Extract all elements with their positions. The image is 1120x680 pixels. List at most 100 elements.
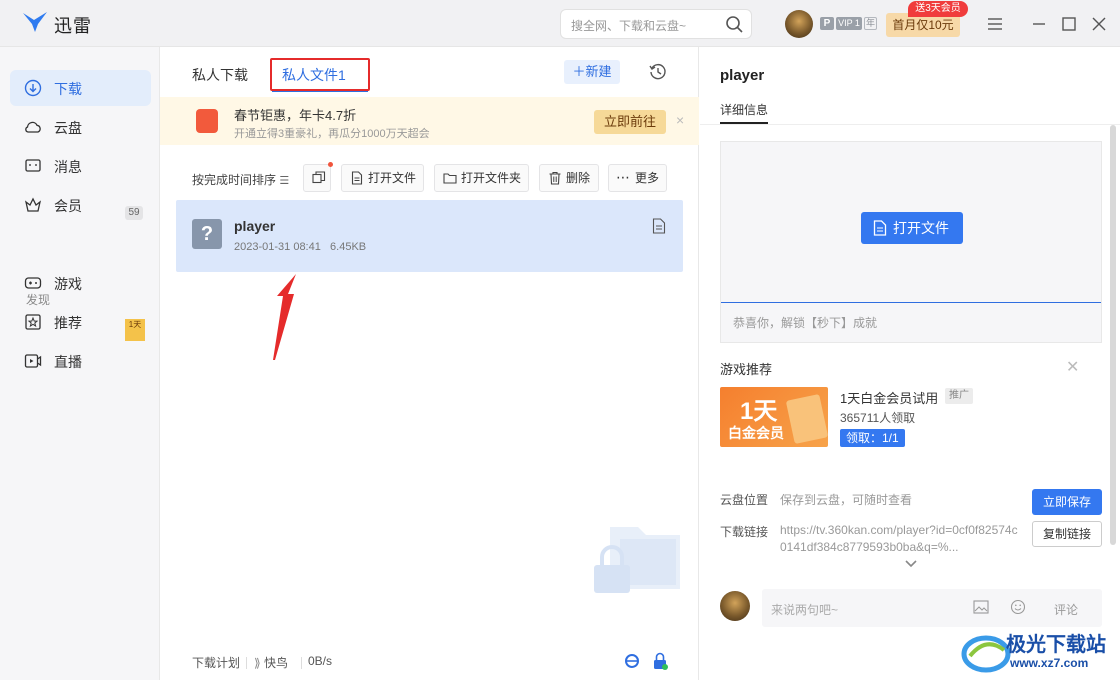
delete-label: 删除: [566, 171, 591, 185]
folder-icon: [443, 173, 457, 184]
message-icon: [25, 159, 41, 172]
sidebar-item-live[interactable]: 直播: [10, 343, 151, 379]
tab-details[interactable]: 详细信息: [720, 101, 768, 118]
divider: [301, 657, 302, 669]
copy-link-button[interactable]: 复制链接: [1032, 521, 1102, 547]
open-file-label: 打开文件: [893, 220, 949, 236]
game-close-icon[interactable]: ✕: [1066, 357, 1079, 377]
sort-dropdown[interactable]: 按完成时间排序 ☰: [192, 171, 289, 188]
close-icon[interactable]: [1090, 15, 1108, 33]
download-link-value: https://tv.360kan.com/player?id=0cf0f825…: [780, 523, 1018, 554]
comment-placeholder: 来说两句吧~: [771, 603, 839, 617]
security-lock-icon[interactable]: [652, 652, 668, 670]
file-detail-icon[interactable]: [652, 218, 666, 234]
highlight-box: [270, 58, 370, 91]
chevron-down-icon[interactable]: [904, 559, 918, 569]
game-promo-image[interactable]: 1天 白金会员: [720, 387, 828, 447]
emoji-icon[interactable]: [1010, 599, 1026, 615]
download-plan-link[interactable]: 下载计划: [192, 654, 240, 671]
empty-folder-illustration: [594, 527, 680, 593]
file-row[interactable]: ? player 2023-01-31 08:41 6.45KB: [176, 200, 683, 272]
banner-title: 春节钜惠，年卡4.7折: [234, 108, 357, 123]
open-file-label: 打开文件: [368, 171, 417, 185]
sidebar-item-cloud[interactable]: 云盘: [10, 109, 151, 145]
watermark-url: www.xz7.com: [1010, 656, 1089, 670]
history-icon[interactable]: [648, 62, 668, 82]
sidebar: 下载 云盘 消息 59 会员 发现 游戏 1天 推荐 直播: [0, 47, 160, 680]
more-label: 更多: [635, 171, 660, 185]
fast-bird-link[interactable]: ⟫ 快鸟: [254, 654, 288, 671]
more-icon: ⋯: [616, 169, 630, 185]
file-icon: [873, 220, 887, 236]
new-task-button[interactable]: ＋新建: [564, 60, 620, 84]
image-icon[interactable]: [973, 600, 989, 614]
new-task-label: 新建: [585, 64, 612, 79]
cloud-location-value: 保存到云盘，可随时查看: [780, 493, 913, 507]
search-input[interactable]: 搜全网、下载和云盘~: [560, 9, 752, 39]
sidebar-item-label: 游戏: [54, 276, 82, 292]
go-now-button[interactable]: 立即前往: [594, 110, 666, 134]
promo-image-big-text: 1天: [740, 398, 778, 425]
download-speed: 0B/s: [308, 654, 333, 668]
cloud-icon: [25, 121, 41, 133]
more-button[interactable]: ⋯ 更多: [608, 164, 667, 192]
sidebar-item-vip[interactable]: 会员: [10, 187, 151, 223]
sidebar-item-label: 下载: [54, 81, 82, 97]
banner-subtitle: 开通立得3重豪礼，再瓜分1000万天超会: [234, 128, 430, 140]
fast-bird-icon: ⟫: [254, 656, 265, 670]
sidebar-item-message[interactable]: 消息: [10, 148, 151, 184]
open-file-button[interactable]: 打开文件: [341, 164, 424, 192]
game-section-title: 游戏推荐: [720, 362, 773, 377]
sort-icon: ☰: [279, 175, 290, 187]
comment-submit-button[interactable]: 评论: [1054, 601, 1078, 618]
banner-close-icon[interactable]: ×: [676, 113, 690, 127]
search-placeholder: 搜全网、下载和云盘~: [571, 19, 687, 33]
promo-banner[interactable]: 春节钜惠，年卡4.7折 开通立得3重豪礼，再瓜分1000万天超会 立即前往 ×: [160, 97, 699, 145]
star-icon: [25, 314, 41, 330]
file-preview-area: 打开文件 恭喜你，解锁【秒下】成就: [720, 141, 1102, 343]
status-bar: 下载计划 ⟫ 快鸟 0B/s: [160, 647, 699, 680]
file-date: 2023-01-31 08:41: [234, 241, 321, 253]
live-icon: [24, 354, 42, 368]
cloud-location-label: 云盘位置: [720, 493, 769, 507]
comment-input[interactable]: 来说两句吧~ 评论: [762, 589, 1102, 627]
vip-p-badge: P: [820, 17, 834, 30]
browser-icon[interactable]: [624, 653, 640, 669]
gift-icon: [196, 109, 218, 133]
file-icon: [351, 171, 363, 185]
trash-icon: [549, 171, 561, 185]
file-meta: 2023-01-31 08:41 6.45KB: [234, 241, 366, 253]
sidebar-item-label: 消息: [54, 159, 82, 175]
multi-select-button[interactable]: [303, 164, 331, 192]
download-panel: 私人下载 私人文件1 ＋新建 春节钜惠，年卡4.7折 开通立得3重豪礼，再瓜分1…: [160, 47, 699, 680]
open-folder-label: 打开文件夹: [461, 171, 522, 185]
tab-private-downloads[interactable]: 私人下载: [192, 65, 248, 85]
avatar: [720, 591, 750, 621]
open-folder-button[interactable]: 打开文件夹: [434, 164, 529, 192]
avatar[interactable]: [785, 10, 813, 38]
scrollbar[interactable]: [1110, 125, 1116, 545]
sidebar-item-download[interactable]: 下载: [10, 70, 151, 106]
menu-icon[interactable]: [986, 15, 1004, 33]
sidebar-item-recommend[interactable]: 推荐: [10, 304, 151, 340]
sidebar-item-games[interactable]: 游戏: [10, 265, 151, 301]
search-icon[interactable]: [725, 15, 743, 33]
sidebar-item-label: 会员: [54, 198, 82, 214]
claim-button[interactable]: 领取：1/1: [840, 429, 905, 447]
sidebar-item-label: 推荐: [54, 315, 82, 331]
thunder-bird-logo-icon: [23, 12, 47, 32]
maximize-icon[interactable]: [1060, 15, 1078, 33]
watermark-text: 极光下载站: [1006, 634, 1106, 656]
game-name[interactable]: 1天白金会员试用: [840, 388, 938, 407]
minimize-icon[interactable]: [1030, 15, 1048, 33]
delete-button[interactable]: 删除: [539, 164, 599, 192]
save-now-button[interactable]: 立即保存: [1032, 489, 1102, 515]
copy-icon: [312, 171, 326, 184]
title-bar: 迅雷 搜全网、下载和云盘~ P VIP 1 年 首月仅10元 送3天会员: [0, 0, 1120, 47]
game-claim-count: 365711人领取: [840, 411, 916, 425]
download-icon: [24, 79, 42, 97]
promo-card-graphic: [785, 393, 828, 445]
promo-image-small-text: 白金会员: [728, 425, 784, 441]
achievement-hint: 恭喜你，解锁【秒下】成就: [733, 316, 878, 330]
open-file-primary-button[interactable]: 打开文件: [861, 212, 963, 244]
